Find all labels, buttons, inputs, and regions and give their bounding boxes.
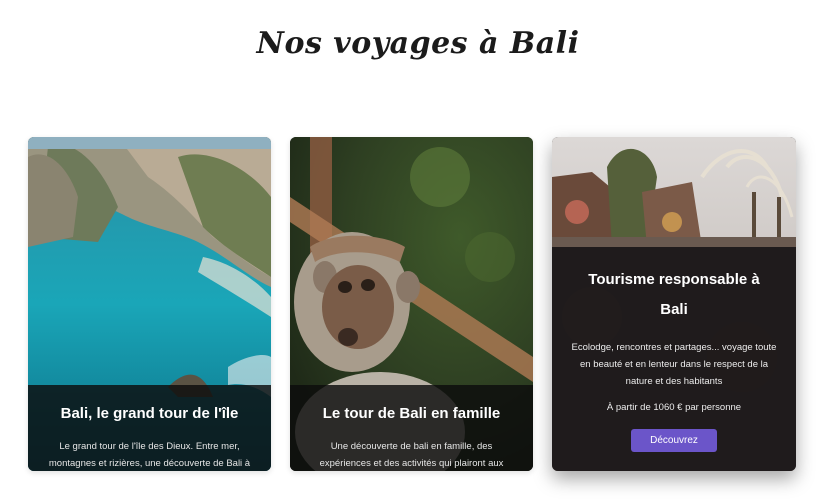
card-caption: Le tour de Bali en famille Une découvert… xyxy=(290,385,533,471)
card-price: À partir de 1060 € par personne xyxy=(606,402,742,413)
trip-card-family[interactable]: Le tour de Bali en famille Une découvert… xyxy=(290,137,533,471)
trip-card-grand-tour[interactable]: Bali, le grand tour de l'île Le grand to… xyxy=(28,137,271,471)
card-description: Ecolodge, rencontres et partages... voya… xyxy=(571,342,777,387)
card-details-panel: Tourisme responsable à Bali Ecolodge, re… xyxy=(552,247,796,471)
page-title: Nos voyages à Bali xyxy=(256,26,580,61)
trip-card-responsible[interactable]: Tourisme responsable à Bali Ecolodge, re… xyxy=(552,137,796,471)
discover-button[interactable]: Découvrez xyxy=(631,429,717,452)
card-title: Le tour de Bali en famille xyxy=(322,405,501,422)
card-title: Tourisme responsable à Bali xyxy=(588,271,760,318)
card-caption: Bali, le grand tour de l'île Le grand to… xyxy=(28,385,271,471)
card-description: Le grand tour de l'île des Dieux. Entre … xyxy=(48,441,251,469)
card-title: Bali, le grand tour de l'île xyxy=(60,405,239,422)
card-description: Une découverte de bali en famille, des e… xyxy=(319,441,504,469)
